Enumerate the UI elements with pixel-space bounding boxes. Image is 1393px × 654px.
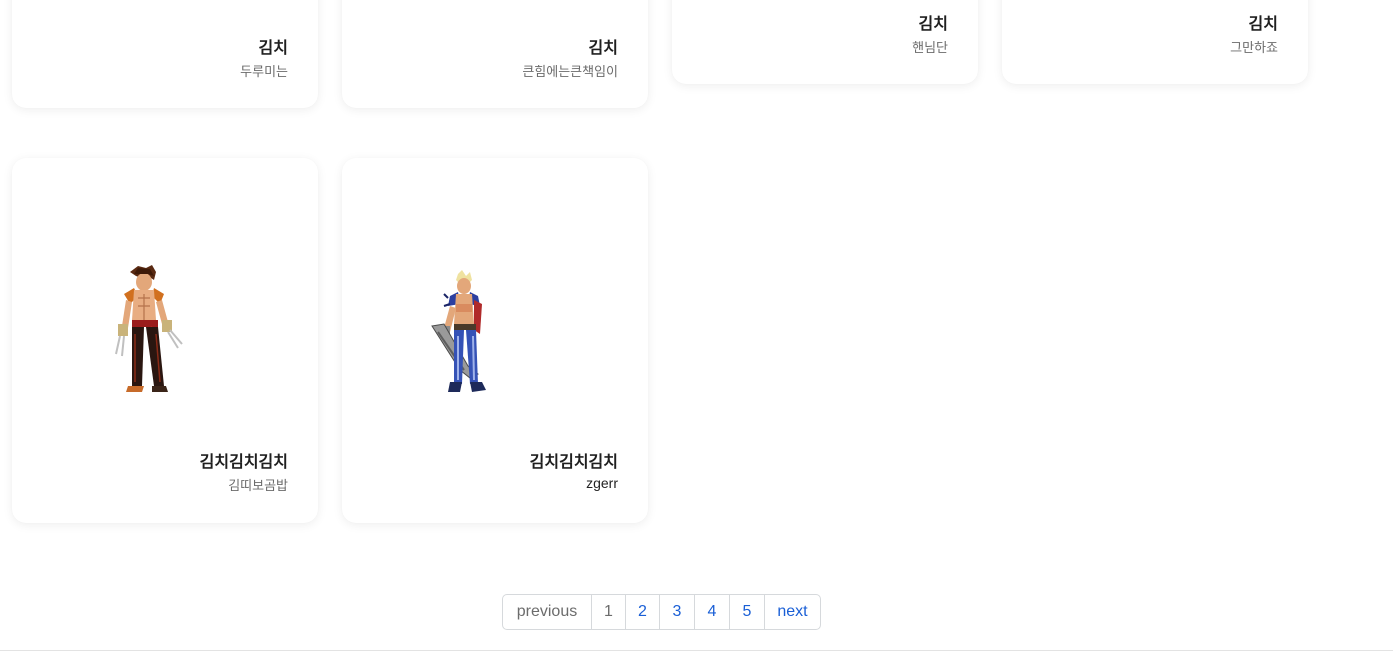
swordsman-character-sprite xyxy=(431,270,486,392)
card-author: 김띠보곰밥 xyxy=(228,478,288,493)
fighter-character-sprite xyxy=(115,265,183,392)
card-author: 핸님단 xyxy=(912,40,948,55)
card-title: 김치 xyxy=(1248,16,1278,33)
card-title: 김치 xyxy=(918,16,948,33)
pagination: previous 1 2 3 4 5 next xyxy=(502,594,821,630)
card-author: 그만하죠 xyxy=(1230,40,1278,55)
page-button-5[interactable]: 5 xyxy=(729,595,764,629)
card-title: 김치김치김치 xyxy=(529,454,618,471)
card-author: 큰힘에는큰책임이 xyxy=(522,64,618,79)
post-card[interactable]: 김치 그만하죠 xyxy=(1002,0,1308,84)
card-title: 김치 xyxy=(588,40,618,57)
footer-divider xyxy=(0,650,1393,651)
post-card[interactable]: 김치 큰힘에는큰책임이 xyxy=(342,0,648,108)
post-card[interactable]: 김치 두루미는 xyxy=(12,0,318,108)
post-card[interactable]: 김치김치김치 김띠보곰밥 xyxy=(12,158,318,523)
page-button-1[interactable]: 1 xyxy=(591,595,625,629)
post-card[interactable]: 김치김치김치 zgerr xyxy=(342,158,648,523)
previous-page-button[interactable]: previous xyxy=(503,595,591,629)
page-button-3[interactable]: 3 xyxy=(659,595,694,629)
page-button-4[interactable]: 4 xyxy=(694,595,729,629)
page-button-2[interactable]: 2 xyxy=(625,595,659,629)
card-author: 두루미는 xyxy=(240,64,288,79)
next-page-button[interactable]: next xyxy=(764,595,820,629)
card-title: 김치 xyxy=(258,40,288,57)
card-title: 김치김치김치 xyxy=(199,454,288,471)
page: 김치 두루미는 김치 큰힘에는큰책임이 김치 핸님단 김치 그만하죠 김치김치김… xyxy=(0,0,1393,654)
post-card[interactable]: 김치 핸님단 xyxy=(672,0,978,84)
card-author: zgerr xyxy=(586,475,618,491)
